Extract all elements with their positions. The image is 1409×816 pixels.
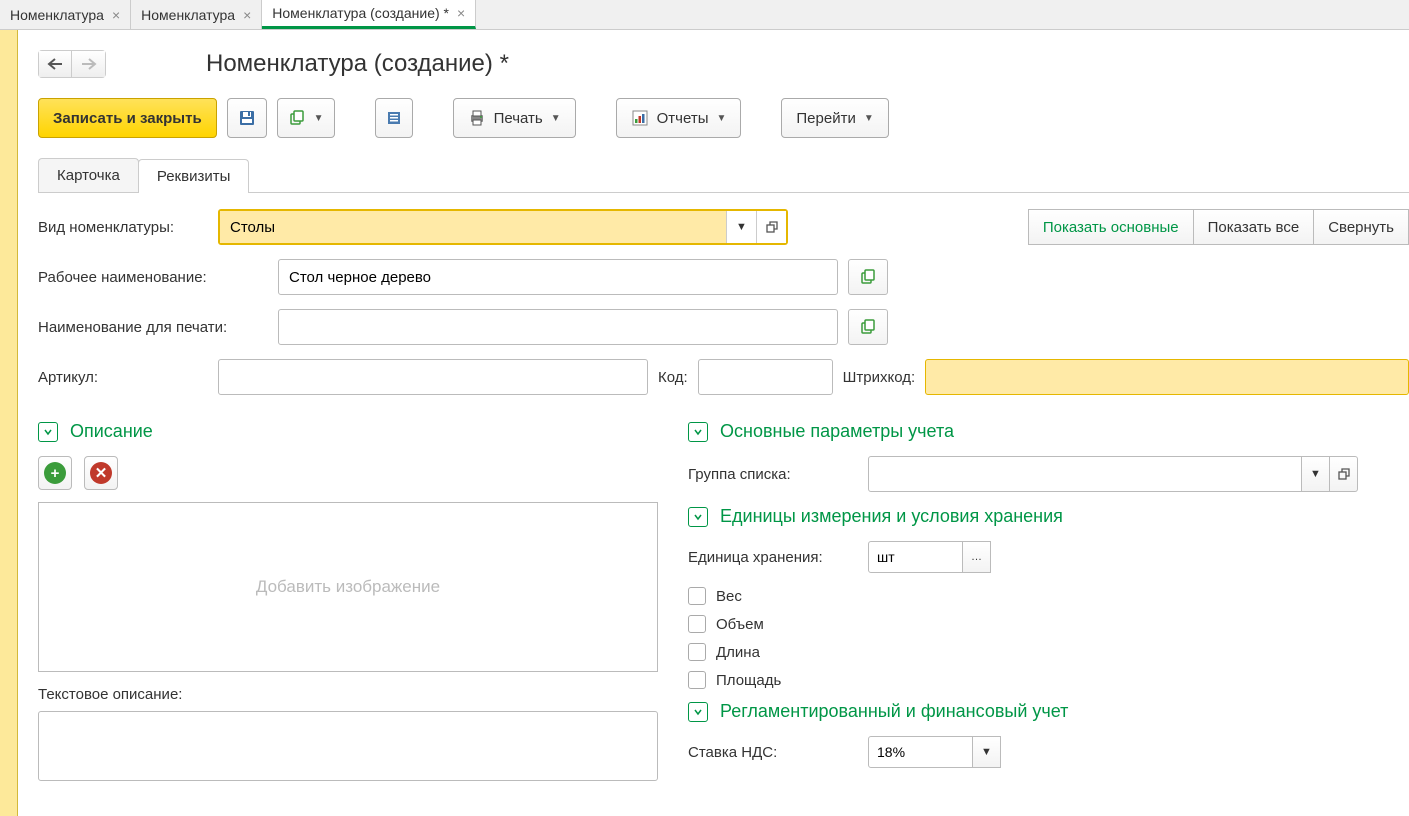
units-section-toggle[interactable]: Единицы измерения и условия хранения <box>688 506 1409 527</box>
description-section-label: Описание <box>70 421 153 442</box>
barcode-input[interactable] <box>925 359 1409 395</box>
forward-button[interactable] <box>72 50 106 78</box>
kind-dropdown-icon[interactable]: ▼ <box>726 211 756 243</box>
chevron-down-icon <box>688 422 708 442</box>
top-tab-label: Номенклатура <box>10 7 104 23</box>
chevron-down-icon <box>688 702 708 722</box>
list-group-label: Группа списка: <box>688 466 858 483</box>
display-toggle-group: Показать основные Показать все Свернуть <box>1028 209 1409 245</box>
text-desc-label: Текстовое описание: <box>38 686 658 703</box>
barcode-label: Штрихкод: <box>843 369 916 386</box>
print-button[interactable]: Печать ▼ <box>453 98 576 138</box>
inner-tab-bar: КарточкаРеквизиты <box>38 158 1409 193</box>
vat-rate-label: Ставка НДС: <box>688 744 858 761</box>
collapse-button[interactable]: Свернуть <box>1314 209 1409 245</box>
chevron-down-icon <box>38 422 58 442</box>
add-image-button[interactable]: + <box>38 456 72 490</box>
page-title: Номенклатура (создание) * <box>206 50 509 78</box>
list-button[interactable] <box>375 98 413 138</box>
copy-button[interactable]: ▼ <box>277 98 335 138</box>
reports-button[interactable]: Отчеты ▼ <box>616 98 742 138</box>
close-icon[interactable]: × <box>457 5 465 21</box>
work-name-label: Рабочее наименование: <box>38 269 268 286</box>
show-main-button[interactable]: Показать основные <box>1028 209 1194 245</box>
top-tab-label: Номенклатура (создание) * <box>272 5 449 21</box>
storage-unit-select-button[interactable]: … <box>963 541 991 573</box>
show-all-button[interactable]: Показать все <box>1194 209 1315 245</box>
save-button[interactable] <box>227 98 267 138</box>
top-tab-0[interactable]: Номенклатура × <box>0 0 131 29</box>
kind-label: Вид номенклатуры: <box>38 219 208 236</box>
top-tab-label: Номенклатура <box>141 7 235 23</box>
regulated-section-toggle[interactable]: Регламентированный и финансовый учет <box>688 701 1409 722</box>
vat-rate-dropdown-icon[interactable]: ▼ <box>973 736 1001 768</box>
units-section-label: Единицы измерения и условия хранения <box>720 506 1063 527</box>
image-placeholder-label: Добавить изображение <box>256 577 440 597</box>
image-drop-area[interactable]: Добавить изображение <box>38 502 658 672</box>
save-close-button[interactable]: Записать и закрыть <box>38 98 217 138</box>
inner-tab-0[interactable]: Карточка <box>38 158 139 192</box>
back-button[interactable] <box>38 50 72 78</box>
print-label: Печать <box>494 110 543 127</box>
work-name-copy-button[interactable] <box>848 259 888 295</box>
inner-tab-1[interactable]: Реквизиты <box>138 159 250 193</box>
regulated-section-label: Регламентированный и финансовый учет <box>720 701 1068 722</box>
weight-label: Вес <box>716 588 742 605</box>
top-tab-2[interactable]: Номенклатура (создание) * × <box>262 0 476 29</box>
print-name-label: Наименование для печати: <box>38 319 268 336</box>
description-section-toggle[interactable]: Описание <box>38 421 658 442</box>
close-icon[interactable]: × <box>243 7 251 23</box>
kind-input[interactable] <box>220 211 726 243</box>
list-group-dropdown-icon[interactable]: ▼ <box>1302 456 1330 492</box>
length-label: Длина <box>716 644 760 661</box>
side-yellow-bar <box>0 30 18 816</box>
accounting-section-toggle[interactable]: Основные параметры учета <box>688 421 1409 442</box>
print-name-input[interactable] <box>278 309 838 345</box>
code-label: Код: <box>658 369 688 386</box>
list-group-input[interactable] <box>868 456 1302 492</box>
reports-label: Отчеты <box>657 110 709 127</box>
goto-button[interactable]: Перейти ▼ <box>781 98 888 138</box>
chevron-down-icon <box>688 507 708 527</box>
volume-checkbox[interactable] <box>688 615 706 633</box>
article-label: Артикул: <box>38 369 208 386</box>
area-label: Площадь <box>716 672 781 689</box>
accounting-section-label: Основные параметры учета <box>720 421 954 442</box>
print-name-copy-button[interactable] <box>848 309 888 345</box>
area-checkbox[interactable] <box>688 671 706 689</box>
vat-rate-input[interactable] <box>868 736 973 768</box>
volume-label: Объем <box>716 616 764 633</box>
work-name-input[interactable] <box>278 259 838 295</box>
toolbar: Записать и закрыть ▼ Печать ▼ Отчеты <box>38 98 1409 138</box>
weight-checkbox[interactable] <box>688 587 706 605</box>
storage-unit-input[interactable] <box>868 541 963 573</box>
length-checkbox[interactable] <box>688 643 706 661</box>
kind-open-icon[interactable] <box>756 211 786 243</box>
delete-image-button[interactable]: ✕ <box>84 456 118 490</box>
storage-unit-label: Единица хранения: <box>688 549 858 566</box>
text-desc-input[interactable] <box>38 711 658 781</box>
goto-label: Перейти <box>796 110 855 127</box>
close-icon[interactable]: × <box>112 7 120 23</box>
list-group-open-icon[interactable] <box>1330 456 1358 492</box>
article-input[interactable] <box>218 359 648 395</box>
top-tab-1[interactable]: Номенклатура × <box>131 0 262 29</box>
kind-combo[interactable]: ▼ <box>218 209 788 245</box>
code-input[interactable] <box>698 359 833 395</box>
top-tab-bar: Номенклатура×Номенклатура×Номенклатура (… <box>0 0 1409 30</box>
